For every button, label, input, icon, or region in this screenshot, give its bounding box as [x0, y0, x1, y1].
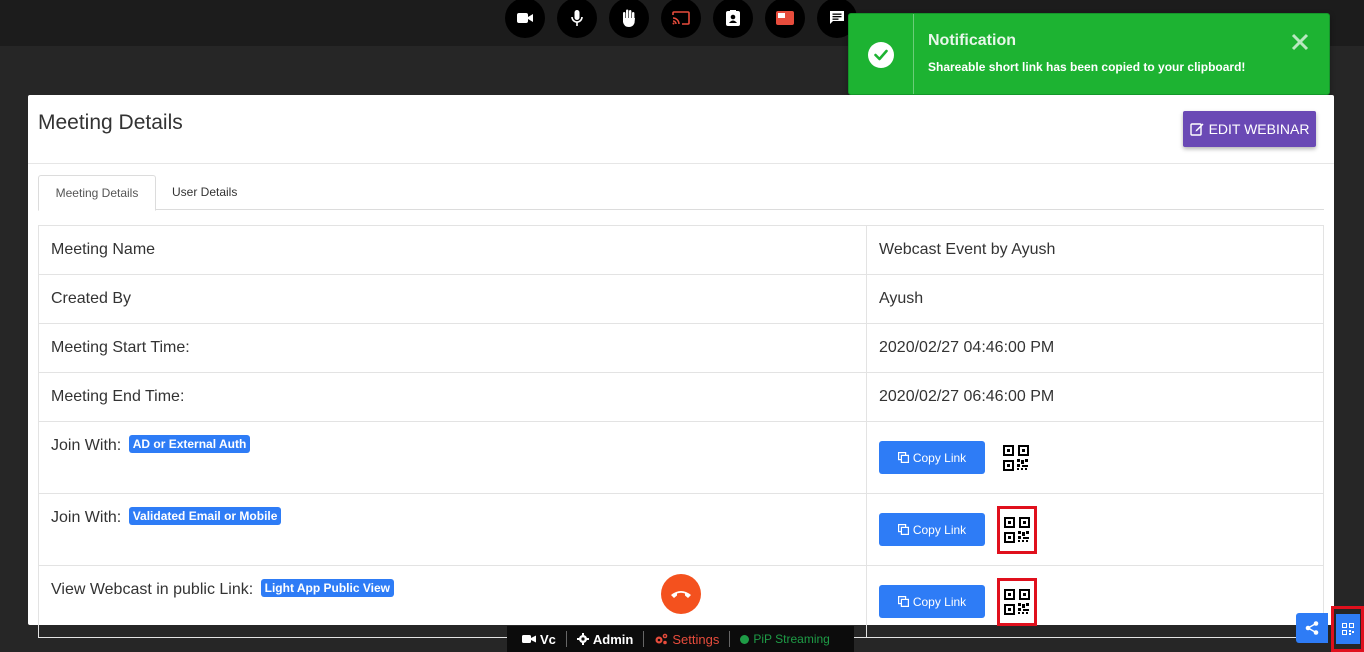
- details-tabs: Meeting Details User Details: [38, 175, 1324, 211]
- close-icon[interactable]: [1290, 32, 1310, 52]
- qr-code-icon: [1003, 444, 1030, 471]
- share-button[interactable]: [1296, 613, 1328, 643]
- chat-icon: [830, 11, 844, 24]
- edit-icon: [1189, 123, 1204, 136]
- row-label: Meeting Start Time:: [38, 323, 867, 373]
- video-camera-icon: [522, 635, 536, 643]
- table-row: Created By Ayush: [38, 274, 1324, 324]
- raise-hand-icon: [623, 9, 635, 27]
- auth-badge: AD or External Auth: [128, 435, 251, 453]
- layout-button[interactable]: [765, 0, 805, 38]
- row-value: Webcast Event by Ayush: [866, 225, 1324, 275]
- copy-link-button[interactable]: Copy Link: [879, 585, 985, 618]
- participants-button[interactable]: [713, 0, 753, 38]
- vc-label: Vc: [540, 631, 556, 647]
- admin-mode-button[interactable]: Admin: [567, 632, 643, 647]
- copy-icon: [897, 452, 909, 463]
- qr-code-icon: [1341, 623, 1354, 635]
- tab-meeting-details[interactable]: Meeting Details: [38, 175, 156, 211]
- row-label: Meeting End Time:: [38, 372, 867, 422]
- gears-icon: [655, 633, 668, 645]
- row-value: 2020/02/27 06:46:00 PM: [866, 372, 1324, 422]
- table-row: Meeting Name Webcast Event by Ayush: [38, 225, 1324, 275]
- contact-card-icon: [726, 10, 740, 26]
- row-actions: Copy Link: [866, 421, 1324, 494]
- row-actions: Copy Link: [866, 493, 1324, 566]
- settings-label: Settings: [672, 631, 720, 647]
- microphone-toggle-button[interactable]: [557, 0, 597, 38]
- qr-button-body: [1335, 614, 1360, 644]
- copy-icon: [897, 524, 909, 535]
- row-label-cell: Join With: Validated Email or Mobile: [38, 493, 867, 566]
- status-dot-icon: [740, 634, 750, 644]
- row-label: View Webcast in public Link:: [51, 581, 254, 598]
- qr-code-button[interactable]: [997, 505, 1038, 554]
- toast-divider: [913, 14, 914, 94]
- settings-mode-button[interactable]: Settings: [644, 632, 729, 647]
- cast-button[interactable]: [661, 0, 701, 38]
- hang-up-button[interactable]: [661, 574, 701, 614]
- row-label: Join With:: [51, 509, 122, 526]
- copy-link-label: Copy Link: [912, 594, 967, 609]
- share-icon: [1305, 621, 1319, 635]
- copy-link-button[interactable]: Copy Link: [879, 513, 985, 546]
- row-label: Join With:: [51, 437, 122, 454]
- qr-code-button[interactable]: [999, 437, 1033, 479]
- table-row: Join With: Validated Email or Mobile Cop…: [38, 493, 1324, 566]
- auth-badge: Validated Email or Mobile: [128, 507, 282, 525]
- video-camera-icon: [517, 13, 533, 23]
- edit-webinar-button[interactable]: EDIT WEBINAR: [1183, 111, 1316, 147]
- qr-code-icon: [1004, 516, 1031, 543]
- notification-toast: Notification Shareable short link has be…: [848, 13, 1330, 95]
- vc-mode-button[interactable]: Vc: [507, 632, 566, 647]
- table-row: Meeting End Time: 2020/02/27 06:46:00 PM: [38, 372, 1324, 422]
- microphone-icon: [571, 10, 583, 26]
- camera-toggle-button[interactable]: [505, 0, 545, 38]
- raise-hand-button[interactable]: [609, 0, 649, 38]
- edit-webinar-label: EDIT WEBINAR: [1208, 121, 1310, 137]
- gear-icon: [576, 633, 589, 645]
- auth-badge: Light App Public View: [260, 579, 394, 597]
- meeting-details-panel: Meeting Details EDIT WEBINAR Meeting Det…: [28, 95, 1334, 638]
- notification-message: Shareable short link has been copied to …: [928, 60, 1246, 74]
- copy-link-label: Copy Link: [912, 450, 967, 465]
- phone-hangup-icon: [671, 591, 691, 598]
- qr-code-icon: [1004, 588, 1031, 615]
- panel-divider: [28, 163, 1334, 164]
- table-row: Join With: AD or External Auth Copy Link: [38, 421, 1324, 494]
- row-value: Ayush: [866, 274, 1324, 324]
- row-value: 2020/02/27 04:46:00 PM: [866, 323, 1324, 373]
- pip-streaming-button[interactable]: PiP Streaming: [730, 632, 839, 646]
- row-actions: Copy Link: [866, 565, 1324, 638]
- admin-label: Admin: [592, 631, 634, 647]
- tab-user-details[interactable]: User Details: [172, 175, 237, 209]
- check-circle-icon: [868, 42, 894, 68]
- screen-layout-icon: [776, 11, 794, 25]
- copy-link-button[interactable]: Copy Link: [879, 441, 985, 474]
- bottom-mode-bar: Vc Admin Settings PiP Streaming: [507, 626, 854, 652]
- copy-icon: [897, 596, 909, 607]
- row-label: Created By: [38, 274, 867, 324]
- row-label: Meeting Name: [38, 225, 867, 275]
- page-title: Meeting Details: [38, 111, 183, 134]
- table-row: Meeting Start Time: 2020/02/27 04:46:00 …: [38, 323, 1324, 373]
- cast-icon: [672, 11, 690, 25]
- notification-title: Notification: [928, 32, 1016, 49]
- qr-code-button[interactable]: [997, 577, 1038, 626]
- copy-link-label: Copy Link: [912, 522, 967, 537]
- pip-label: PiP Streaming: [753, 632, 830, 646]
- qr-code-floating-button[interactable]: [1331, 606, 1364, 652]
- row-label-cell: Join With: AD or External Auth: [38, 421, 867, 494]
